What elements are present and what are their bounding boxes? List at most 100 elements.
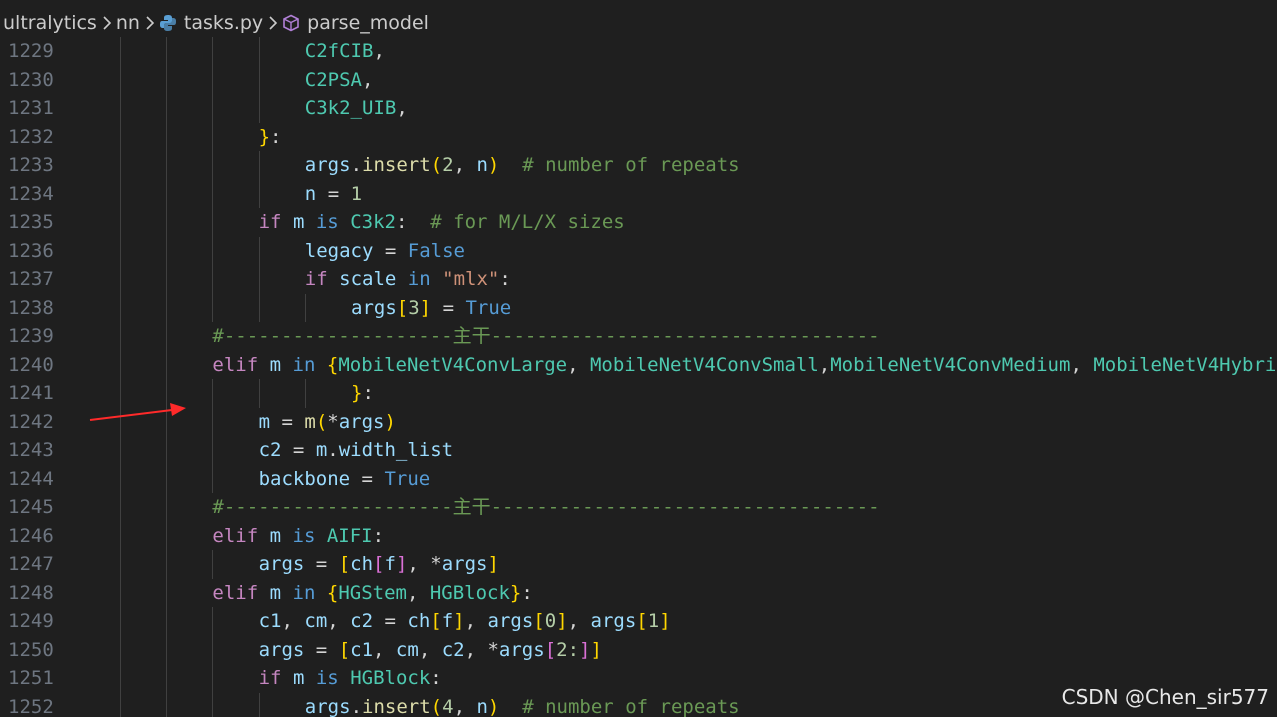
- code-line[interactable]: 1232}:: [0, 122, 1277, 151]
- code-line[interactable]: 1247 args = [ch[f], *args]: [0, 550, 1277, 579]
- code-line[interactable]: 1231 C3k2_UIB,: [0, 94, 1277, 123]
- token-variable: m: [269, 353, 282, 376]
- token-class: MobileNetV4ConvSmall: [589, 353, 819, 376]
- breadcrumb-item-nn[interactable]: nn: [116, 12, 140, 34]
- line-number: 1241: [8, 382, 54, 404]
- indent-guide: [120, 151, 121, 180]
- token-variable: n: [304, 182, 317, 205]
- token-plain: ,: [373, 40, 385, 62]
- indent-guide: [166, 464, 168, 493]
- indent-guide: [212, 379, 214, 408]
- breadcrumb-item-parse-model[interactable]: parse_model: [282, 12, 429, 34]
- code-line[interactable]: 1233 args.insert(2, n) # number of repeat…: [0, 151, 1277, 180]
- code-line[interactable]: 1236 legacy = False: [0, 236, 1277, 265]
- token-variable: c1: [350, 638, 374, 661]
- code-line[interactable]: 1244 backbone = True: [0, 464, 1277, 493]
- token-number: 0: [544, 610, 557, 632]
- code-line[interactable]: 1248 elif m in {HGStem, HGBlock}:: [0, 578, 1277, 607]
- code-line[interactable]: 1250 args = [c1, cm, c2, *args[2:]]: [0, 635, 1277, 664]
- line-number: 1245: [8, 496, 54, 518]
- token-keyword: elif: [212, 353, 259, 376]
- indent-guide: [166, 265, 168, 294]
- code-line[interactable]: 1249 c1, cm, c2 = ch[f], args[0], args[1]: [0, 607, 1277, 636]
- indent-guide: [258, 37, 260, 66]
- token-plain: =: [270, 410, 305, 433]
- code-line[interactable]: 1246 elif m is AIFI:: [0, 521, 1277, 551]
- breadcrumb-label: parse_model: [307, 12, 429, 34]
- indent-guide: [258, 179, 260, 208]
- code-line[interactable]: 1243 c2 = m.width_list: [0, 436, 1277, 465]
- token-brace1: [: [636, 610, 648, 632]
- code-line[interactable]: 1241}:: [0, 379, 1277, 408]
- token-variable: backbone: [258, 467, 351, 490]
- token-plain: =: [281, 439, 316, 461]
- token-constant: True: [465, 296, 512, 319]
- line-number: 1244: [8, 467, 54, 490]
- line-number: 1234: [8, 182, 54, 205]
- line-number: 1250: [8, 638, 54, 661]
- indent-guide: [258, 151, 260, 180]
- code-line[interactable]: 1237 if scale in "mlx":: [0, 265, 1277, 294]
- token-plain: =: [316, 182, 351, 205]
- code-line[interactable]: 1240 elif m in {MobileNetV4ConvLarge, Mob…: [0, 350, 1277, 379]
- token-variable: f: [384, 553, 396, 575]
- token-variable: cm: [395, 638, 419, 661]
- code-editor[interactable]: 1229 C2fCIB, 1230 C2PSA, 1231 C3k2_UIB, 1232}:…: [0, 37, 1277, 717]
- token-plain: *: [327, 410, 339, 433]
- indent-guide: [120, 464, 121, 493]
- token-brace1: ]: [659, 610, 671, 632]
- token-class: MobileNetV4ConvLarge: [338, 353, 568, 376]
- token-variable: cm: [304, 610, 328, 632]
- code-text: C3k2_UIB,: [305, 94, 408, 123]
- line-number: 1246: [8, 524, 54, 547]
- code-line[interactable]: 1235 if m is C3k2: # for M/L/X sizes: [0, 208, 1277, 237]
- line-number: 1247: [8, 553, 54, 575]
- token-plain: ,: [373, 638, 396, 661]
- indent-guide: [212, 179, 214, 208]
- indent-guide: [120, 350, 121, 379]
- indent-guide: [120, 94, 121, 123]
- code-line[interactable]: 1239 #--------------------主干-------------…: [0, 322, 1277, 351]
- code-line[interactable]: 1245 #--------------------主干-------------…: [0, 493, 1277, 522]
- line-number: 1252: [8, 695, 54, 717]
- code-text: C2PSA,: [305, 66, 374, 95]
- indent-guide: [212, 464, 214, 493]
- token-constant: in: [292, 353, 316, 376]
- token-number: 2:: [556, 638, 580, 661]
- code-line[interactable]: 1242 m = m(*args): [0, 407, 1277, 437]
- code-text: if m is C3k2: # for M/L/X sizes: [259, 208, 625, 237]
- token-keyword: elif: [212, 524, 259, 547]
- code-text: if m is HGBlock:: [259, 664, 442, 693]
- code-text: m = m(*args): [259, 408, 396, 437]
- indent-guide: [120, 322, 121, 351]
- code-line[interactable]: 1229 C2fCIB,: [0, 37, 1277, 66]
- token-variable: args: [441, 553, 488, 575]
- code-text: elif m is AIFI:: [212, 522, 384, 551]
- token-constant: in: [292, 581, 316, 604]
- indent-guide: [120, 37, 121, 66]
- token-constant: is: [315, 667, 339, 689]
- token-brace1: ): [487, 695, 500, 717]
- code-line[interactable]: 1230 C2PSA,: [0, 65, 1277, 95]
- code-line[interactable]: 1234 n = 1: [0, 179, 1277, 208]
- breadcrumb-item-tasks-py[interactable]: tasks.py: [159, 12, 263, 34]
- line-number: 1239: [8, 325, 54, 347]
- token-plain: ,: [453, 154, 477, 176]
- indent-guide: [212, 550, 214, 579]
- token-class: C3k2_UIB: [304, 97, 397, 119]
- token-plain: ,: [453, 695, 477, 717]
- breadcrumb-item-ultralytics[interactable]: ultralytics: [3, 12, 97, 34]
- token-variable: m: [292, 211, 305, 233]
- token-class: HGStem: [338, 581, 407, 604]
- code-line[interactable]: 1238 args[3] = True: [0, 293, 1277, 322]
- token-function: insert: [362, 695, 431, 717]
- indent-guide: [166, 179, 168, 208]
